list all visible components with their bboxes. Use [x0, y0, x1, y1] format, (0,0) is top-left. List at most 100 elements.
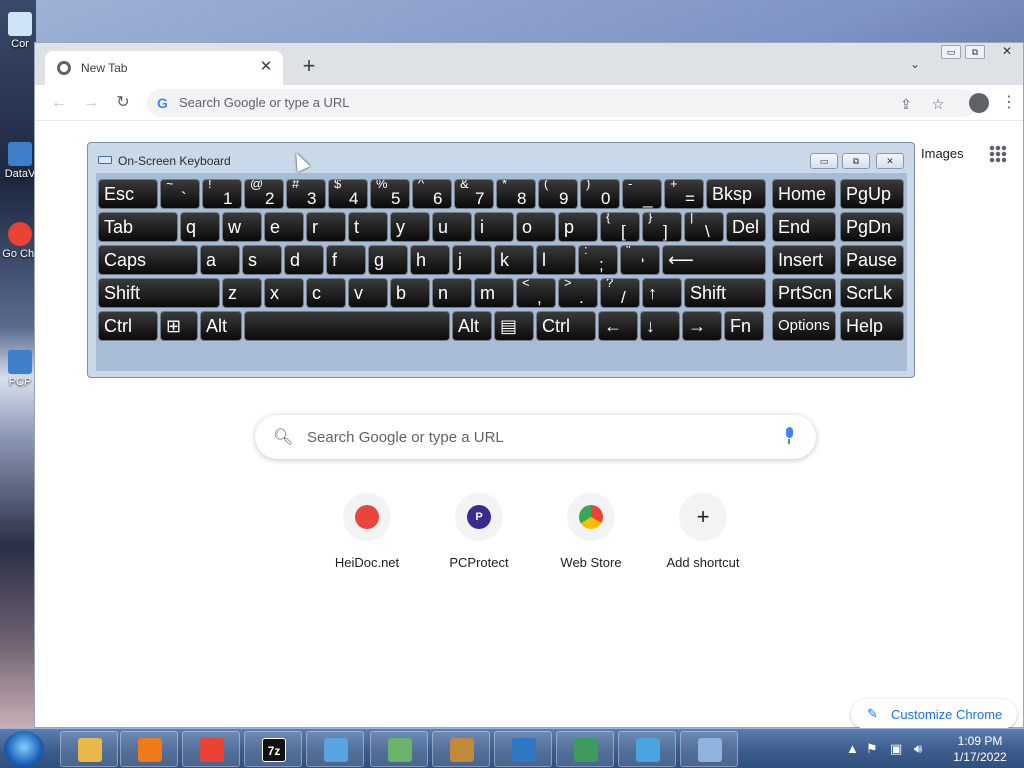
taskbar-item-network-app[interactable] — [494, 731, 552, 767]
osk-key-esc[interactable]: Esc — [98, 179, 158, 209]
osk-title-bar[interactable]: On-Screen Keyboard ▭ ⧉ ✕ — [88, 143, 914, 173]
reload-button[interactable]: ↻ — [113, 93, 133, 113]
osk-key-z[interactable]: z — [222, 278, 262, 308]
osk-minimize-button[interactable]: ▭ — [810, 153, 838, 169]
osk-key-12[interactable]: - _ — [622, 179, 662, 209]
osk-key-10[interactable]: (9 — [538, 179, 578, 209]
osk-key-options[interactable]: Options — [772, 311, 836, 341]
osk-key-t[interactable]: t — [348, 212, 388, 242]
close-window-button[interactable]: ✕ — [997, 45, 1017, 59]
osk-key-6[interactable]: % 5 — [370, 179, 410, 209]
osk-key-pgup[interactable]: PgUp — [840, 179, 904, 209]
osk-key-m[interactable]: m — [474, 278, 514, 308]
shortcut-pcprotect[interactable]: P PCProtect — [423, 493, 535, 570]
osk-key-n[interactable]: n — [432, 278, 472, 308]
osk-key-insert[interactable]: Insert — [772, 245, 836, 275]
osk-key-30[interactable]: | \ — [684, 212, 724, 242]
bookmark-star-icon[interactable]: ☆ — [929, 95, 947, 113]
osk-key-60[interactable]: ↑ — [642, 278, 682, 308]
taskbar-item-system-monitor[interactable] — [556, 731, 614, 767]
network-icon[interactable]: ▣ — [890, 741, 902, 757]
osk-key-space[interactable] — [244, 311, 450, 341]
osk-key-5[interactable]: $4 — [328, 179, 368, 209]
osk-restore-button[interactable]: ⧉ — [842, 153, 870, 169]
taskbar-item-chrome[interactable] — [182, 731, 240, 767]
new-tab-button[interactable]: + — [297, 55, 321, 79]
osk-key-b[interactable]: b — [390, 278, 430, 308]
osk-key-j[interactable]: j — [452, 245, 492, 275]
osk-key-bksp[interactable]: Bksp — [706, 179, 766, 209]
volume-icon[interactable]: 🔊︎ — [914, 741, 922, 757]
osk-key-h[interactable]: h — [410, 245, 450, 275]
taskbar-item-seven-zip[interactable]: 7z — [244, 731, 302, 767]
osk-key-del[interactable]: Del — [726, 212, 766, 242]
shortcut-heidoc[interactable]: HeiDoc.net — [311, 493, 423, 570]
tab-search-chevron-icon[interactable]: ⌄ — [905, 57, 925, 77]
osk-key-45[interactable]: " ' — [620, 245, 660, 275]
osk-key-29[interactable]: }] — [642, 212, 682, 242]
osk-key-u[interactable]: u — [432, 212, 472, 242]
osk-key-l[interactable]: l — [536, 245, 576, 275]
customize-chrome-button[interactable]: ✎ Customize Chrome — [851, 699, 1017, 729]
google-apps-icon[interactable] — [989, 145, 1007, 163]
osk-key-alt[interactable]: Alt — [200, 311, 242, 341]
osk-key-pgdn[interactable]: PgDn — [840, 212, 904, 242]
osk-key-69[interactable]: ▤ — [494, 311, 534, 341]
minimize-button[interactable]: ▭ — [941, 45, 961, 59]
osk-key-44[interactable]: :; — [578, 245, 618, 275]
osk-key-shift[interactable]: Shift — [98, 278, 220, 308]
profile-avatar-icon[interactable] — [969, 93, 989, 113]
taskbar-item-control-panel[interactable] — [306, 731, 364, 767]
osk-key-s[interactable]: s — [242, 245, 282, 275]
osk-key-shift[interactable]: Shift — [684, 278, 766, 308]
close-tab-icon[interactable]: ✕ — [257, 58, 275, 76]
osk-key-o[interactable]: o — [516, 212, 556, 242]
osk-key-c[interactable]: c — [306, 278, 346, 308]
osk-key-4[interactable]: #3 — [286, 179, 326, 209]
tab-new-tab[interactable]: New Tab ✕ — [45, 51, 283, 85]
omnibox[interactable]: G Search Google or type a URL ⇪ ☆ — [147, 89, 977, 117]
osk-key-59[interactable]: ? / — [600, 278, 640, 308]
osk-close-button[interactable]: ✕ — [876, 153, 904, 169]
osk-key-v[interactable]: v — [348, 278, 388, 308]
osk-key-q[interactable]: q — [180, 212, 220, 242]
osk-key-8[interactable]: & 7 — [454, 179, 494, 209]
taskbar-item-file-explorer[interactable] — [60, 731, 118, 767]
osk-key-g[interactable]: g — [368, 245, 408, 275]
images-link[interactable]: Images — [921, 146, 964, 161]
forward-button[interactable]: → — [81, 93, 101, 113]
taskbar-item-on-screen-keyboard[interactable] — [680, 731, 738, 767]
osk-key-pause[interactable]: Pause — [840, 245, 904, 275]
taskbar-item-archive-app[interactable] — [432, 731, 490, 767]
osk-key-y[interactable]: y — [390, 212, 430, 242]
shortcut-web-store[interactable]: Web Store — [535, 493, 647, 570]
osk-key-prtscn[interactable]: PrtScn — [772, 278, 836, 308]
osk-key-scrlk[interactable]: ScrLk — [840, 278, 904, 308]
osk-key-r[interactable]: r — [306, 212, 346, 242]
clock-date[interactable]: 1/17/2022 — [944, 750, 1016, 764]
osk-key-58[interactable]: >. — [558, 278, 598, 308]
osk-key-9[interactable]: * 8 — [496, 179, 536, 209]
osk-key-13[interactable]: + = — [664, 179, 704, 209]
osk-key-7[interactable]: ^ 6 — [412, 179, 452, 209]
action-center-flag-icon[interactable]: ⚑ — [866, 741, 878, 757]
ntp-search-input[interactable]: Search Google or type a URL — [307, 429, 504, 446]
taskbar-item-sync-center[interactable] — [618, 731, 676, 767]
start-button[interactable] — [4, 731, 44, 767]
osk-key-k[interactable]: k — [494, 245, 534, 275]
osk-key-x[interactable]: x — [264, 278, 304, 308]
osk-key-71[interactable]: ← — [598, 311, 638, 341]
osk-key-57[interactable]: <, — [516, 278, 556, 308]
osk-key-46[interactable]: ⟵ — [662, 245, 766, 275]
restore-button[interactable]: ⧉ — [965, 45, 985, 59]
show-hidden-icons-icon[interactable]: ▲ — [846, 741, 859, 756]
osk-key-caps[interactable]: Caps — [98, 245, 198, 275]
osk-key-w[interactable]: w — [222, 212, 262, 242]
osk-key-end[interactable]: End — [772, 212, 836, 242]
osk-key-1[interactable]: ~ ` — [160, 179, 200, 209]
chrome-menu-icon[interactable]: ⋮ — [1001, 93, 1017, 113]
back-button[interactable]: ← — [49, 93, 69, 113]
osk-key-tab[interactable]: Tab — [98, 212, 178, 242]
osk-key-3[interactable]: @2 — [244, 179, 284, 209]
osk-key-f[interactable]: f — [326, 245, 366, 275]
